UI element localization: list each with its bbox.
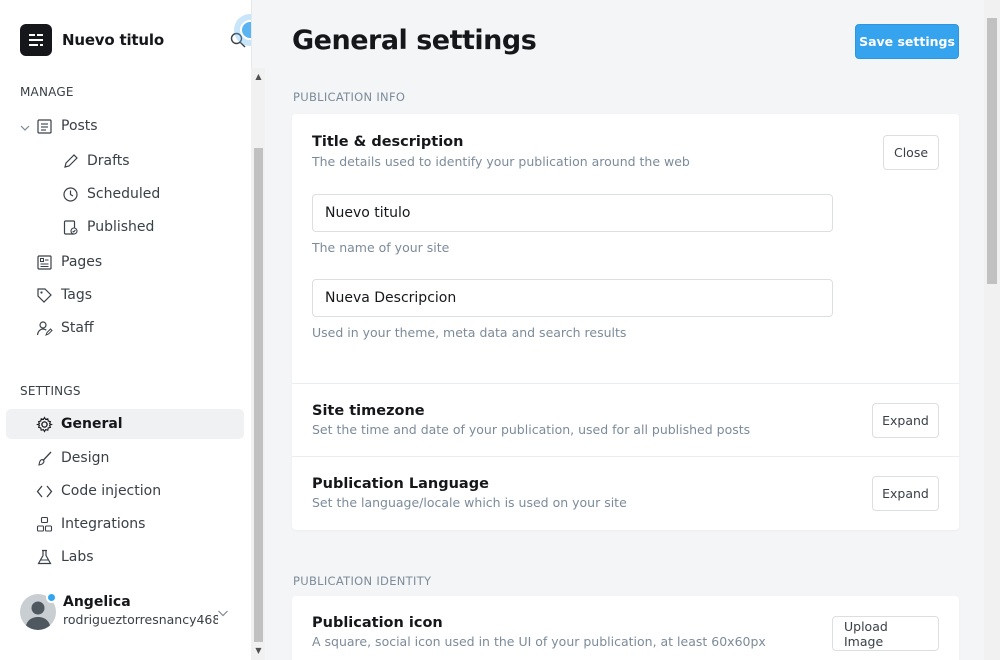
gear-icon (36, 416, 53, 433)
brand[interactable]: Nuevo titulo (20, 24, 164, 56)
sidebar-item-label: Code injection (61, 483, 162, 499)
sidebar-item-tags[interactable]: Tags (6, 280, 244, 310)
status-badge (46, 592, 57, 603)
section-title: Site timezone (312, 403, 425, 419)
main-content: General settings Save settings PUBLICATI… (266, 0, 984, 660)
scroll-up-arrow-icon[interactable]: ▲ (254, 72, 263, 81)
chevron-down-icon[interactable] (217, 604, 229, 617)
integrations-icon (36, 516, 53, 533)
sidebar-item-drafts[interactable]: Drafts (6, 146, 244, 176)
section-description: The details used to identify your public… (312, 154, 690, 169)
publication-identity-label: PUBLICATION IDENTITY (293, 574, 432, 588)
site-timezone-section: Site timezone Set the time and date of y… (292, 384, 959, 456)
pages-icon (36, 254, 53, 271)
expand-language-button[interactable]: Expand (872, 476, 939, 511)
publication-language-section: Publication Language Set the language/lo… (292, 457, 959, 530)
publication-icon-section: Publication icon A square, social icon u… (292, 596, 959, 660)
sidebar-item-code-injection[interactable]: Code injection (6, 476, 244, 506)
sidebar-item-labs[interactable]: Labs (6, 542, 244, 572)
manage-section-label: MANAGE (20, 85, 74, 99)
sidebar-item-posts[interactable]: Posts (6, 111, 244, 141)
upload-image-button[interactable]: Upload Image (832, 616, 939, 651)
section-title: Publication Language (312, 476, 489, 492)
user-email: rodrigueztorresnancy468... (63, 612, 218, 627)
section-description: A square, social icon used in the UI of … (312, 634, 766, 649)
sidebar-item-label: Staff (61, 320, 94, 336)
sidebar-item-label: Integrations (61, 516, 146, 532)
sidebar: Nuevo titulo MANAGE Posts Drafts Schedul… (0, 0, 252, 660)
user-menu[interactable]: Angelica rodrigueztorresnancy468... (20, 592, 240, 632)
brush-icon (36, 450, 53, 467)
sidebar-item-label: Posts (61, 118, 98, 134)
clock-icon (62, 186, 79, 203)
sidebar-item-pages[interactable]: Pages (6, 247, 244, 277)
scroll-down-arrow-icon[interactable]: ▼ (254, 646, 263, 655)
sidebar-item-general[interactable]: General (6, 409, 244, 439)
publication-info-label: PUBLICATION INFO (293, 90, 406, 104)
sidebar-item-label: General (61, 416, 123, 432)
sidebar-item-label: Tags (61, 287, 92, 303)
sidebar-scrollbar-thumb[interactable] (254, 148, 263, 642)
posts-icon (36, 118, 53, 135)
sidebar-item-scheduled[interactable]: Scheduled (6, 179, 244, 209)
section-title: Title & description (312, 134, 464, 150)
settings-section-label: SETTINGS (20, 384, 81, 398)
site-description-input[interactable] (312, 279, 833, 317)
sidebar-item-label: Published (87, 219, 155, 235)
save-settings-button[interactable]: Save settings (855, 24, 959, 59)
site-title-hint: The name of your site (312, 240, 450, 255)
sidebar-item-label: Drafts (87, 153, 130, 169)
sidebar-item-label: Scheduled (87, 186, 161, 202)
section-title: Publication icon (312, 615, 443, 631)
section-description: Set the language/locale which is used on… (312, 495, 627, 510)
pencil-icon (62, 153, 79, 170)
title-description-section: Title & description The details used to … (292, 114, 959, 383)
code-icon (36, 483, 53, 500)
sidebar-item-integrations[interactable]: Integrations (6, 509, 244, 539)
site-name: Nuevo titulo (62, 31, 164, 49)
chevron-down-icon[interactable] (20, 121, 30, 131)
sidebar-item-label: Pages (61, 254, 103, 270)
sidebar-item-design[interactable]: Design (6, 443, 244, 473)
published-icon (62, 219, 79, 236)
site-title-input[interactable] (312, 194, 833, 232)
ghost-logo-icon (20, 24, 52, 56)
sidebar-item-staff[interactable]: Staff (6, 313, 244, 343)
publication-identity-card: Publication icon A square, social icon u… (292, 596, 959, 660)
section-description: Set the time and date of your publicatio… (312, 422, 751, 437)
close-button[interactable]: Close (883, 135, 939, 170)
page-title: General settings (292, 25, 537, 56)
expand-timezone-button[interactable]: Expand (872, 403, 939, 438)
tag-icon (36, 287, 53, 304)
sidebar-item-published[interactable]: Published (6, 212, 244, 242)
sidebar-item-label: Labs (61, 549, 94, 565)
site-description-hint: Used in your theme, meta data and search… (312, 325, 627, 340)
sidebar-item-label: Design (61, 450, 110, 466)
user-name: Angelica (63, 594, 131, 610)
main-scrollbar-thumb[interactable] (987, 18, 997, 284)
staff-icon (36, 320, 53, 337)
flask-icon (36, 549, 53, 566)
publication-info-card: Title & description The details used to … (292, 114, 959, 530)
